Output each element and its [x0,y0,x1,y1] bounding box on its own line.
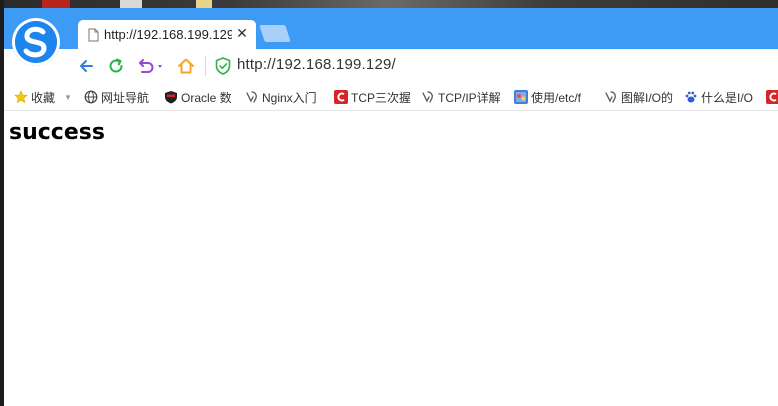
browser-window: http://192.168.199.129/ ✕ http://192.168… [4,8,778,406]
home-icon[interactable] [176,56,198,76]
back-arrow-icon[interactable] [76,56,98,76]
desktop-icon [42,0,70,8]
title-bar: http://192.168.199.129/ ✕ [4,8,778,49]
navigation-toolbar: http://192.168.199.129/ [4,49,778,83]
site-icon [604,90,618,104]
bookmark-item[interactable] [766,88,778,106]
csdn-icon [334,90,348,104]
bookmark-item[interactable]: TCP/IP详解 [421,88,501,106]
desktop-icon [196,0,212,8]
bookmark-label: 网址导航 [101,90,150,105]
close-icon[interactable]: ✕ [234,25,250,41]
bookmark-item[interactable]: Nginx入门 [245,88,317,106]
bookmark-label: 什么是I/O [701,90,754,105]
page-icon [88,28,99,47]
tab-title: http://192.168.199.129/ [104,27,232,42]
bookmark-label: 收藏 [31,90,56,105]
bookmark-item[interactable]: Oracle 数 [164,88,232,106]
toolbar-divider [205,56,206,76]
baidu-icon [684,90,698,104]
globe-icon [84,90,98,104]
bookmark-item[interactable]: TCP三次握 [334,88,411,106]
sogou-logo-icon[interactable] [12,18,60,66]
bookmark-favorites[interactable]: 收藏 ▼ [14,88,72,106]
bookmark-item[interactable]: 什么是I/O [684,88,753,106]
tab-active[interactable]: http://192.168.199.129/ ✕ [78,20,256,49]
chevron-down-icon[interactable]: ▼ [64,93,72,102]
desktop-background [0,0,778,8]
oracle-icon [164,90,178,104]
site-icon [245,90,259,104]
star-icon [14,90,28,104]
bookmark-label: 使用/etc/f [531,90,582,105]
page-heading: success [9,120,105,145]
bookmark-item[interactable]: 使用/etc/f [514,88,581,106]
bookmark-label: TCP三次握 [351,90,412,105]
bookmarks-bar: 收藏 ▼ 网址导航 Oracle 数 Nginx入门 TCP三次握 TCP/IP… [4,83,778,111]
new-tab-button[interactable] [259,25,291,42]
bookmark-label: Nginx入门 [262,90,317,105]
bookmark-label: 图解I/O的 [621,90,674,105]
bookmark-label: Oracle 数 [181,90,232,105]
bookmark-item[interactable]: 图解I/O的 [604,88,673,106]
bookmark-label: TCP/IP详解 [438,90,501,105]
page-content: success [4,111,778,406]
desktop-icon [120,0,142,8]
address-bar[interactable]: http://192.168.199.129/ [237,56,396,73]
bookmark-item[interactable]: 网址导航 [84,88,149,106]
blog-icon [514,90,528,104]
site-icon [421,90,435,104]
csdn-icon [766,90,778,104]
refresh-icon[interactable] [106,56,128,76]
shield-icon[interactable] [215,57,231,80]
undo-close-icon[interactable] [136,56,168,76]
